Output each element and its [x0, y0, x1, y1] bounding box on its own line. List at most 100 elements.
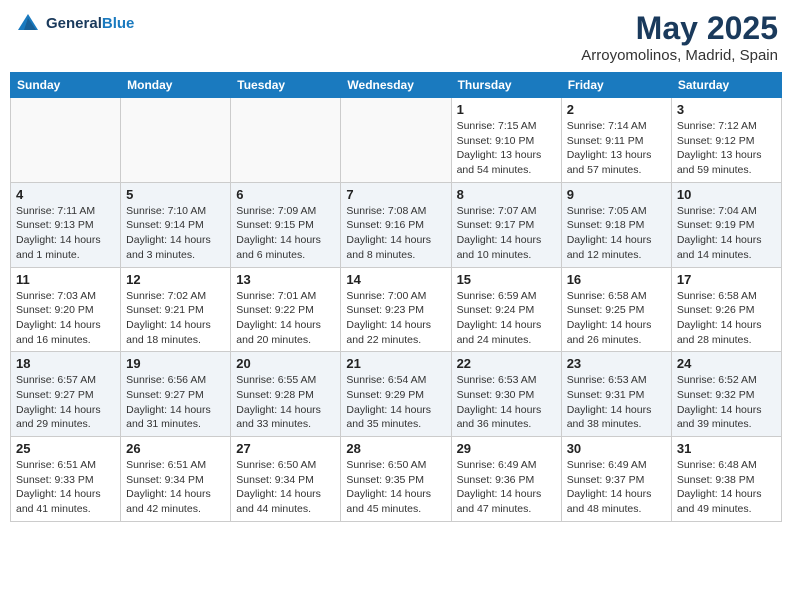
day-info: Sunrise: 7:07 AMSunset: 9:17 PMDaylight:…	[457, 204, 556, 263]
location: Arroyomolinos, Madrid, Spain	[581, 47, 778, 64]
logo-icon	[14, 10, 42, 38]
day-info: Sunrise: 6:59 AMSunset: 9:24 PMDaylight:…	[457, 289, 556, 348]
calendar-cell: 11Sunrise: 7:03 AMSunset: 9:20 PMDayligh…	[11, 267, 121, 352]
day-number: 30	[567, 441, 666, 456]
calendar-cell: 23 Sunrise: 6:53 AMSunset: 9:31 PMDayligh…	[561, 352, 671, 437]
day-info: Sunrise: 6:48 AMSunset: 9:38 PMDaylight:…	[677, 458, 776, 517]
day-number: 2	[567, 102, 666, 117]
day-info: Sunrise: 6:49 AMSunset: 9:37 PMDaylight:…	[567, 458, 666, 517]
calendar-cell	[121, 98, 231, 183]
day-info: Sunrise: 6:53 AMSunset: 9:31 PMDaylight:…	[567, 373, 666, 432]
day-number: 19	[126, 356, 225, 371]
calendar-cell: 27Sunrise: 6:50 AMSunset: 9:34 PMDayligh…	[231, 437, 341, 522]
day-info: Sunrise: 6:50 AMSunset: 9:34 PMDaylight:…	[236, 458, 335, 517]
calendar-cell: 10 Sunrise: 7:04 AMSunset: 9:19 PMDayligh…	[671, 182, 781, 267]
day-info: Sunrise: 7:09 AMSunset: 9:15 PMDaylight:…	[236, 204, 335, 263]
day-number: 8	[457, 187, 556, 202]
calendar-week-row: 18 Sunrise: 6:57 AMSunset: 9:27 PMDayligh…	[11, 352, 782, 437]
calendar-cell	[341, 98, 451, 183]
day-number: 11	[16, 272, 115, 287]
calendar-cell: 22 Sunrise: 6:53 AMSunset: 9:30 PMDayligh…	[451, 352, 561, 437]
weekday-header: Wednesday	[341, 73, 451, 98]
day-number: 24	[677, 356, 776, 371]
logo: GeneralBlue	[14, 10, 134, 38]
calendar-cell: 20 Sunrise: 6:55 AMSunset: 9:28 PMDayligh…	[231, 352, 341, 437]
weekday-header: Monday	[121, 73, 231, 98]
day-info: Sunrise: 6:54 AMSunset: 9:29 PMDaylight:…	[346, 373, 445, 432]
day-info: Sunrise: 6:51 AMSunset: 9:33 PMDaylight:…	[16, 458, 115, 517]
day-number: 23	[567, 356, 666, 371]
day-number: 29	[457, 441, 556, 456]
day-number: 21	[346, 356, 445, 371]
weekday-header: Thursday	[451, 73, 561, 98]
calendar-cell: 5 Sunrise: 7:10 AMSunset: 9:14 PMDaylight…	[121, 182, 231, 267]
day-info: Sunrise: 7:05 AMSunset: 9:18 PMDaylight:…	[567, 204, 666, 263]
calendar-cell: 4Sunrise: 7:11 AMSunset: 9:13 PMDaylight…	[11, 182, 121, 267]
day-number: 18	[16, 356, 115, 371]
day-number: 5	[126, 187, 225, 202]
weekday-header: Saturday	[671, 73, 781, 98]
day-number: 26	[126, 441, 225, 456]
calendar-week-row: 11Sunrise: 7:03 AMSunset: 9:20 PMDayligh…	[11, 267, 782, 352]
day-info: Sunrise: 7:00 AMSunset: 9:23 PMDaylight:…	[346, 289, 445, 348]
day-info: Sunrise: 6:58 AMSunset: 9:26 PMDaylight:…	[677, 289, 776, 348]
calendar-cell	[11, 98, 121, 183]
day-info: Sunrise: 7:12 AMSunset: 9:12 PMDaylight:…	[677, 119, 776, 178]
day-number: 7	[346, 187, 445, 202]
calendar-cell: 16 Sunrise: 6:58 AMSunset: 9:25 PMDayligh…	[561, 267, 671, 352]
day-number: 10	[677, 187, 776, 202]
weekday-header: Sunday	[11, 73, 121, 98]
calendar-cell: 17 Sunrise: 6:58 AMSunset: 9:26 PMDayligh…	[671, 267, 781, 352]
calendar-cell: 24Sunrise: 6:52 AMSunset: 9:32 PMDayligh…	[671, 352, 781, 437]
day-number: 20	[236, 356, 335, 371]
day-info: Sunrise: 6:55 AMSunset: 9:28 PMDaylight:…	[236, 373, 335, 432]
day-info: Sunrise: 7:02 AMSunset: 9:21 PMDaylight:…	[126, 289, 225, 348]
calendar-cell	[231, 98, 341, 183]
day-number: 31	[677, 441, 776, 456]
weekday-header-row: SundayMondayTuesdayWednesdayThursdayFrid…	[11, 73, 782, 98]
month-year: May 2025	[581, 10, 778, 47]
logo-text: GeneralBlue	[46, 15, 134, 33]
calendar-week-row: 4Sunrise: 7:11 AMSunset: 9:13 PMDaylight…	[11, 182, 782, 267]
day-info: Sunrise: 7:04 AMSunset: 9:19 PMDaylight:…	[677, 204, 776, 263]
calendar-cell: 30 Sunrise: 6:49 AMSunset: 9:37 PMDayligh…	[561, 437, 671, 522]
calendar-cell: 14 Sunrise: 7:00 AMSunset: 9:23 PMDayligh…	[341, 267, 451, 352]
calendar-cell: 6 Sunrise: 7:09 AMSunset: 9:15 PMDaylight…	[231, 182, 341, 267]
calendar-cell: 12 Sunrise: 7:02 AMSunset: 9:21 PMDayligh…	[121, 267, 231, 352]
calendar-cell: 21 Sunrise: 6:54 AMSunset: 9:29 PMDayligh…	[341, 352, 451, 437]
day-info: Sunrise: 7:10 AMSunset: 9:14 PMDaylight:…	[126, 204, 225, 263]
calendar-cell: 28Sunrise: 6:50 AMSunset: 9:35 PMDayligh…	[341, 437, 451, 522]
page-header: GeneralBlue May 2025 Arroyomolinos, Madr…	[10, 10, 782, 64]
day-number: 13	[236, 272, 335, 287]
day-number: 16	[567, 272, 666, 287]
calendar-cell: 7 Sunrise: 7:08 AMSunset: 9:16 PMDaylight…	[341, 182, 451, 267]
day-number: 6	[236, 187, 335, 202]
day-info: Sunrise: 6:56 AMSunset: 9:27 PMDaylight:…	[126, 373, 225, 432]
day-info: Sunrise: 6:51 AMSunset: 9:34 PMDaylight:…	[126, 458, 225, 517]
day-info: Sunrise: 7:01 AMSunset: 9:22 PMDaylight:…	[236, 289, 335, 348]
weekday-header: Tuesday	[231, 73, 341, 98]
calendar-cell: 2Sunrise: 7:14 AMSunset: 9:11 PMDaylight…	[561, 98, 671, 183]
day-info: Sunrise: 6:53 AMSunset: 9:30 PMDaylight:…	[457, 373, 556, 432]
day-number: 22	[457, 356, 556, 371]
day-info: Sunrise: 7:08 AMSunset: 9:16 PMDaylight:…	[346, 204, 445, 263]
day-number: 15	[457, 272, 556, 287]
calendar-cell: 8 Sunrise: 7:07 AMSunset: 9:17 PMDaylight…	[451, 182, 561, 267]
day-number: 17	[677, 272, 776, 287]
calendar-cell: 19 Sunrise: 6:56 AMSunset: 9:27 PMDayligh…	[121, 352, 231, 437]
day-info: Sunrise: 6:49 AMSunset: 9:36 PMDaylight:…	[457, 458, 556, 517]
day-info: Sunrise: 6:58 AMSunset: 9:25 PMDaylight:…	[567, 289, 666, 348]
day-info: Sunrise: 6:57 AMSunset: 9:27 PMDaylight:…	[16, 373, 115, 432]
day-number: 14	[346, 272, 445, 287]
day-info: Sunrise: 7:15 AMSunset: 9:10 PMDaylight:…	[457, 119, 556, 178]
day-info: Sunrise: 6:50 AMSunset: 9:35 PMDaylight:…	[346, 458, 445, 517]
day-number: 12	[126, 272, 225, 287]
day-number: 25	[16, 441, 115, 456]
calendar-cell: 9Sunrise: 7:05 AMSunset: 9:18 PMDaylight…	[561, 182, 671, 267]
calendar-cell: 1Sunrise: 7:15 AMSunset: 9:10 PMDaylight…	[451, 98, 561, 183]
calendar-cell: 26 Sunrise: 6:51 AMSunset: 9:34 PMDayligh…	[121, 437, 231, 522]
calendar-cell: 31 Sunrise: 6:48 AMSunset: 9:38 PMDayligh…	[671, 437, 781, 522]
day-number: 3	[677, 102, 776, 117]
calendar-week-row: 1Sunrise: 7:15 AMSunset: 9:10 PMDaylight…	[11, 98, 782, 183]
title-block: May 2025 Arroyomolinos, Madrid, Spain	[581, 10, 778, 64]
